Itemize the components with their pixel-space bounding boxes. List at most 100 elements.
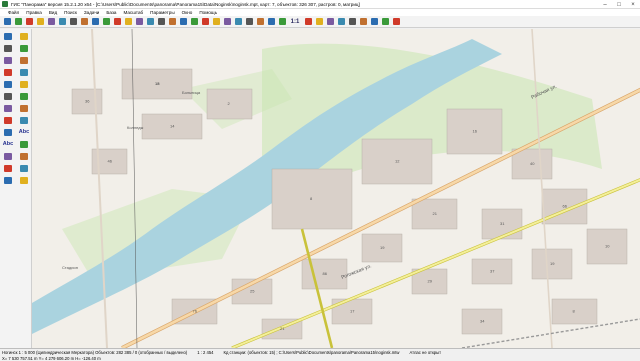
cut-icon[interactable]: [222, 17, 232, 27]
scale-icon[interactable]: [277, 17, 287, 27]
pie-icon[interactable]: [189, 17, 199, 27]
pan-icon[interactable]: [244, 17, 254, 27]
map-icon[interactable]: [200, 17, 210, 27]
check-icon[interactable]: [314, 17, 324, 27]
house-number: 34: [480, 319, 485, 324]
gradient-icon[interactable]: [1, 163, 15, 173]
pencil-icon[interactable]: [1, 31, 15, 41]
close-button[interactable]: ×: [626, 0, 640, 9]
new-map-icon[interactable]: [2, 17, 12, 27]
globe-icon[interactable]: [233, 17, 243, 27]
measure-icon[interactable]: [145, 17, 155, 27]
zoom-in-icon[interactable]: [57, 17, 67, 27]
split-icon[interactable]: [1, 151, 15, 161]
symbol-icon[interactable]: [17, 115, 31, 125]
line-icon: [4, 44, 12, 52]
help-icon[interactable]: [391, 17, 401, 27]
select-icon[interactable]: [17, 43, 31, 53]
window-icon[interactable]: [325, 17, 335, 27]
menu-item[interactable]: Вид: [49, 10, 57, 15]
menu-item[interactable]: База: [106, 10, 116, 15]
grid-icon[interactable]: [167, 17, 177, 27]
scale-1-1-label: 1:1: [290, 18, 300, 25]
open-icon[interactable]: [13, 17, 23, 27]
export-icon[interactable]: [358, 17, 368, 27]
menu-item[interactable]: Помощь: [199, 10, 217, 15]
zoom-out-icon[interactable]: [68, 17, 78, 27]
menu-item[interactable]: Параметры: [150, 10, 175, 15]
sign-icon[interactable]: [1, 115, 15, 125]
print-icon[interactable]: [35, 17, 45, 27]
settings-icon[interactable]: [17, 175, 31, 185]
3d-icon[interactable]: [211, 17, 221, 27]
hatch-icon[interactable]: [17, 151, 31, 161]
table-icon[interactable]: [336, 17, 346, 27]
palette-icon[interactable]: [17, 163, 31, 173]
menu-item[interactable]: Файл: [8, 10, 19, 15]
layers-icon[interactable]: [347, 17, 357, 27]
menu-item[interactable]: Масштаб: [124, 10, 144, 15]
house-number: 18: [155, 81, 160, 86]
rotate-icon[interactable]: [17, 67, 31, 77]
print-icon: [36, 18, 44, 25]
rotate-icon: [20, 68, 28, 76]
line-icon[interactable]: [1, 43, 15, 53]
binoculars-icon[interactable]: [90, 17, 100, 27]
copy-icon[interactable]: [17, 91, 31, 101]
delete-icon: [20, 80, 28, 88]
frame-icon[interactable]: [1, 127, 15, 137]
fill-icon[interactable]: [1, 175, 15, 185]
3d-icon: [212, 18, 220, 25]
scale-icon: [278, 18, 286, 25]
house-number: 14: [170, 124, 175, 129]
menu-item[interactable]: Правка: [26, 10, 42, 15]
house-number: 21: [280, 326, 285, 331]
house-number: 36: [85, 99, 90, 104]
house-number: 12: [395, 159, 400, 164]
minimize-button[interactable]: –: [598, 0, 612, 9]
settings-icon[interactable]: [369, 17, 379, 27]
vertex-icon[interactable]: [17, 55, 31, 65]
text-icon[interactable]: [1, 103, 15, 113]
magnifier-icon[interactable]: [266, 17, 276, 27]
overview-icon[interactable]: [303, 17, 313, 27]
align-icon[interactable]: [17, 103, 31, 113]
delete-icon[interactable]: [17, 79, 31, 89]
maximize-button[interactable]: □: [612, 0, 626, 9]
zoom-icon[interactable]: [255, 17, 265, 27]
copy-icon: [20, 92, 28, 100]
save-icon[interactable]: [24, 17, 34, 27]
menu-item[interactable]: Поиск: [64, 10, 77, 15]
area-icon[interactable]: [156, 17, 166, 27]
abc-icon[interactable]: Abc: [1, 139, 15, 149]
map-view[interactable]: Рабочая ул. Рогожская ул. Колледж Больница С…: [32, 29, 640, 348]
pencil-icon[interactable]: [17, 31, 31, 41]
check-icon[interactable]: [1, 91, 15, 101]
status-text: Кд станции: (объектов: 15) ; C:\Users\Pu…: [223, 349, 400, 355]
scale-1-1-button[interactable]: 1:1: [288, 17, 302, 27]
search-icon[interactable]: [112, 17, 122, 27]
layers-icon[interactable]: [79, 17, 89, 27]
info-icon[interactable]: [123, 17, 133, 27]
select-icon: [47, 18, 55, 25]
area-label: Колледж: [127, 125, 144, 130]
legend-icon[interactable]: [134, 17, 144, 27]
house-number: 25: [250, 289, 255, 294]
chart-icon[interactable]: [380, 17, 390, 27]
binoculars-icon[interactable]: [101, 17, 111, 27]
house-number: 19: [550, 261, 555, 266]
map-canvas[interactable]: Рабочая ул.Рогожская ул.КолледжБольницаС…: [32, 29, 640, 348]
connect-icon[interactable]: [17, 139, 31, 149]
move-icon: [4, 68, 12, 76]
menu-item[interactable]: Окно: [182, 10, 193, 15]
move-icon[interactable]: [1, 67, 15, 77]
house-number: 76: [193, 309, 198, 314]
menu-bar: Файл Правка Вид Поиск Задачи База Масштаб Парам…: [0, 9, 640, 16]
select-icon[interactable]: [46, 17, 56, 27]
cut-icon[interactable]: [1, 79, 15, 89]
polygon-icon[interactable]: [1, 55, 15, 65]
colors-icon[interactable]: [178, 17, 188, 27]
menu-item[interactable]: Задачи: [84, 10, 99, 15]
abc-icon[interactable]: Abc: [17, 127, 31, 137]
magnifier-icon: [267, 18, 275, 25]
